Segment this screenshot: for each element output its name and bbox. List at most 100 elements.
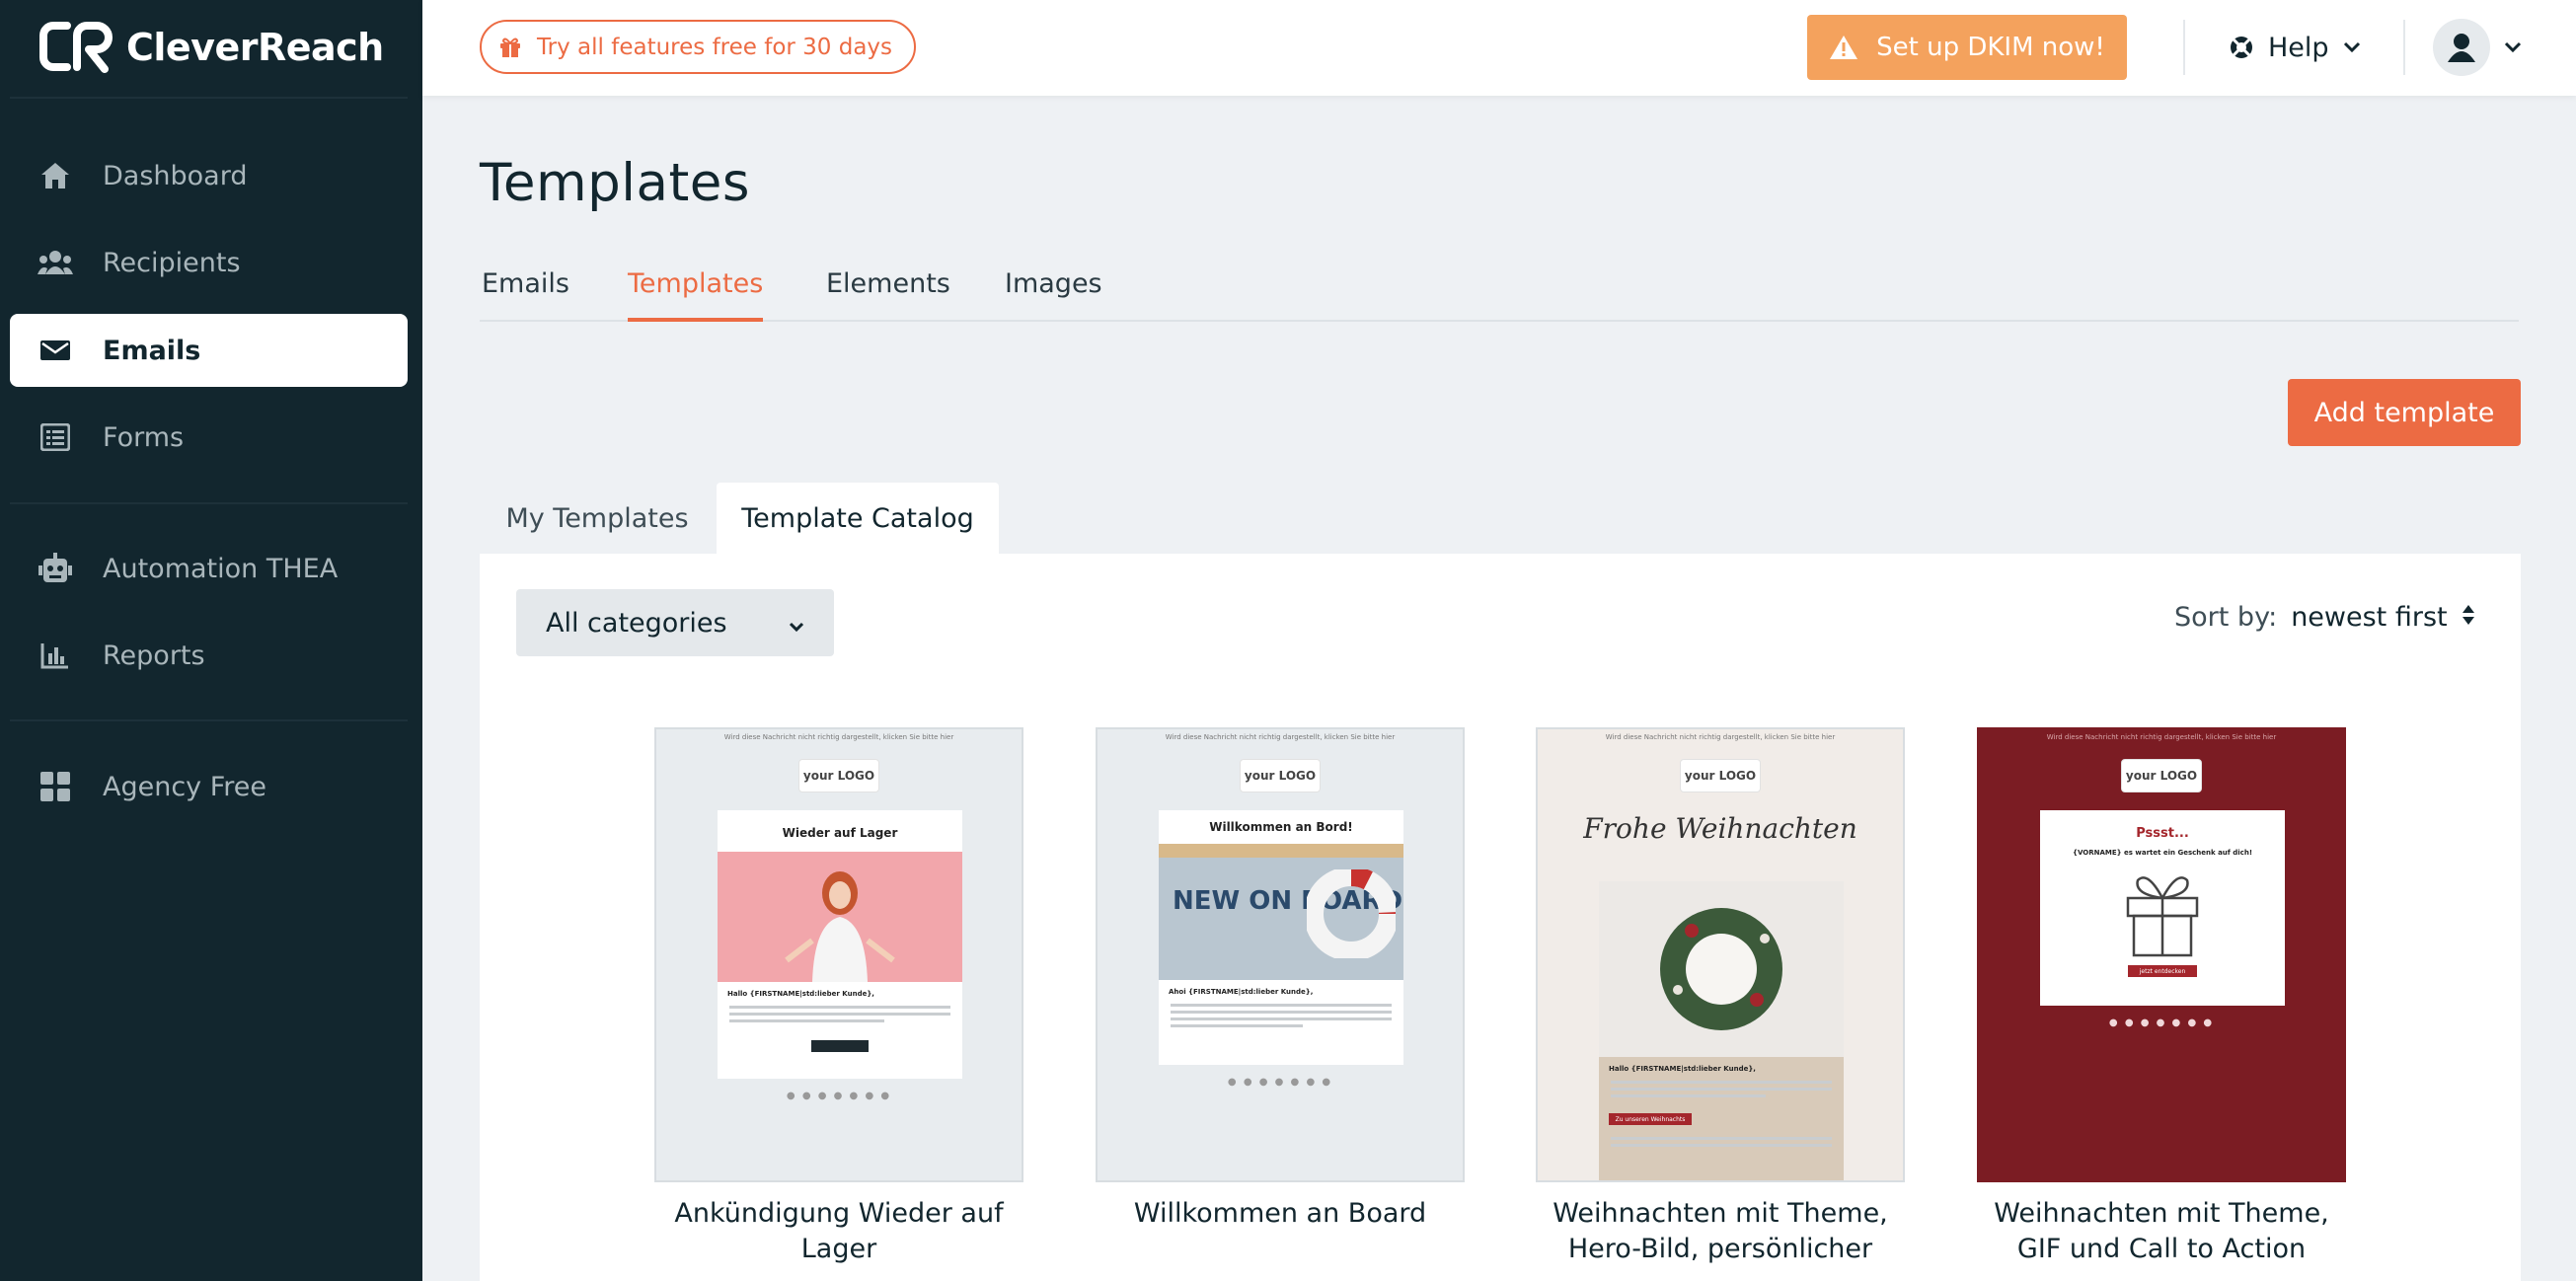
topbar-divider — [2403, 20, 2405, 75]
help-menu[interactable]: Help — [2229, 24, 2361, 71]
tab-images[interactable]: Images — [1005, 264, 1102, 322]
thumb-greeting: Hallo {FIRSTNAME|std:lieber Kunde}, — [1609, 1065, 1756, 1073]
woman-photo-icon — [785, 871, 895, 982]
sidebar-item-emails[interactable]: Emails — [10, 314, 408, 387]
thumb-logo: your LOGO — [2121, 759, 2202, 792]
brand-logo[interactable]: CleverReach — [39, 20, 384, 75]
sidebar-item-label: Agency Free — [103, 771, 267, 802]
template-title[interactable]: Ankündigung Wieder auf Lager — [654, 1196, 1023, 1267]
thumb-cta: Zu unseren Weihnachts — [1609, 1113, 1692, 1125]
add-template-button[interactable]: Add template — [2288, 379, 2521, 446]
sidebar-divider — [10, 719, 408, 721]
chevron-down-icon — [789, 608, 804, 639]
template-card[interactable]: Wird diese Nachricht nicht richtig darge… — [1977, 727, 2346, 1267]
sidebar-item-recipients[interactable]: Recipients — [10, 226, 408, 299]
sidebar-item-label: Recipients — [103, 247, 241, 278]
template-thumbnail[interactable]: Wird diese Nachricht nicht richtig darge… — [1096, 727, 1465, 1182]
tab-my-templates[interactable]: My Templates — [480, 483, 715, 554]
warning-icon — [1829, 35, 1858, 60]
form-list-icon — [38, 419, 73, 455]
sidebar-item-dashboard[interactable]: Dashboard — [10, 139, 408, 212]
sidebar-item-reports[interactable]: Reports — [10, 619, 408, 692]
free-trial-label: Try all features free for 30 days — [537, 34, 893, 60]
chevron-down-icon — [2504, 41, 2522, 53]
tab-emails[interactable]: Emails — [482, 264, 569, 322]
thumb-heading: Frohe Weihnachten — [1583, 812, 1857, 845]
sidebar-item-label: Forms — [103, 421, 185, 453]
gift-icon — [499, 37, 521, 58]
thumb-heading: Pssst... — [2136, 826, 2189, 841]
template-thumbnail[interactable]: Wird diese Nachricht nicht richtig darge… — [654, 727, 1023, 1182]
sidebar-divider — [10, 502, 408, 504]
topbar-divider — [2183, 20, 2185, 75]
tab-elements[interactable]: Elements — [826, 264, 950, 322]
thumb-social-icons: ● ● ● ● ● ● ● — [786, 1091, 892, 1101]
help-label: Help — [2268, 32, 2329, 63]
setup-dkim-label: Set up DKIM now! — [1876, 33, 2105, 62]
thumb-hero-image — [1599, 881, 1844, 1057]
users-icon — [38, 245, 73, 280]
sidebar-item-label: Reports — [103, 640, 205, 671]
thumb-email-card: Wieder auf Lager Hallo {FIRSTNAME|std:li… — [718, 810, 962, 1079]
template-card[interactable]: Wird diese Nachricht nicht richtig darge… — [654, 727, 1023, 1267]
thumb-social-icons: ● ● ● ● ● ● ● — [2108, 1017, 2215, 1028]
sidebar-item-automation-thea[interactable]: Automation THEA — [10, 532, 408, 605]
sidebar-item-forms[interactable]: Forms — [10, 401, 408, 474]
user-menu[interactable] — [2433, 19, 2522, 76]
robot-icon — [38, 551, 73, 586]
thumb-hero-image — [718, 852, 962, 982]
tab-templates[interactable]: Templates — [628, 264, 764, 322]
template-title[interactable]: Willkommen an Board — [1096, 1196, 1465, 1232]
lifebuoy-icon — [2229, 35, 2254, 60]
grid-icon — [38, 769, 73, 804]
thumb-greeting: Hallo {FIRSTNAME|std:lieber Kunde}, — [727, 990, 874, 998]
template-card[interactable]: Wird diese Nachricht nicht richtig darge… — [1096, 727, 1465, 1232]
tab-template-catalog[interactable]: Template Catalog — [717, 483, 999, 554]
thumb-topline: Wird diese Nachricht nicht richtig darge… — [2046, 733, 2277, 741]
wreath-icon — [1660, 908, 1782, 1030]
thumb-topline: Wird diese Nachricht nicht richtig darge… — [1605, 733, 1836, 741]
template-title[interactable]: Weihnachten mit Theme, GIF und Call to A… — [1977, 1196, 2346, 1267]
setup-dkim-button[interactable]: Set up DKIM now! — [1807, 15, 2127, 80]
sort-value: newest first — [2291, 602, 2448, 633]
sidebar-item-agency-free[interactable]: Agency Free — [10, 750, 408, 823]
cleverreach-logo-icon — [39, 22, 113, 73]
category-select-value: All categories — [546, 607, 727, 639]
thumb-body-text — [1599, 1073, 1844, 1109]
thumb-cta: jetzt entdecken — [2128, 965, 2197, 977]
category-select[interactable]: All categories — [516, 589, 834, 656]
envelope-icon — [38, 333, 73, 368]
thumb-heading: Wieder auf Lager — [782, 826, 898, 840]
sidebar-item-label: Dashboard — [103, 160, 248, 191]
sidebar: CleverReach Dashboard Recipients Emails … — [0, 0, 422, 1281]
template-card[interactable]: Wird diese Nachricht nicht richtig darge… — [1536, 727, 1905, 1267]
sort-control[interactable]: Sort by: newest first — [2174, 602, 2475, 633]
user-icon — [2448, 34, 2475, 62]
brand-name: CleverReach — [126, 26, 384, 69]
sidebar-item-label: Automation THEA — [103, 553, 339, 584]
bar-chart-icon — [38, 638, 73, 673]
thumb-body-text — [1599, 1129, 1844, 1159]
thumb-logo: your LOGO — [1240, 759, 1321, 792]
lifebuoy-icon — [1307, 869, 1396, 958]
sort-arrows-icon — [2462, 602, 2475, 633]
thumb-logo: your LOGO — [798, 759, 879, 792]
thumb-hero-image: NEW ON BOARD — [1159, 844, 1403, 980]
gift-icon — [2126, 876, 2199, 957]
sidebar-divider — [10, 97, 408, 99]
template-thumbnail[interactable]: Wird diese Nachricht nicht richtig darge… — [1977, 727, 2346, 1182]
thumb-email-card: Hallo {FIRSTNAME|std:lieber Kunde}, Zu u… — [1599, 881, 1844, 1180]
thumb-email-card: Willkommen an Bord! NEW ON BOARD Ahoi {F… — [1159, 810, 1403, 1065]
thumb-greeting: Ahoi {FIRSTNAME|std:lieber Kunde}, — [1169, 988, 1314, 996]
home-icon — [38, 158, 73, 193]
page-title: Templates — [480, 153, 750, 213]
sidebar-item-label: Emails — [103, 335, 201, 366]
template-title[interactable]: Weihnachten mit Theme, Hero-Bild, persön… — [1536, 1196, 1905, 1267]
thumb-heading: Willkommen an Bord! — [1209, 820, 1353, 834]
thumb-topline: Wird diese Nachricht nicht richtig darge… — [1165, 733, 1396, 741]
thumb-social-icons: ● ● ● ● ● ● ● — [1227, 1077, 1333, 1088]
thumb-subheading: {VORNAME} es wartet ein Geschenk auf dic… — [2072, 849, 2253, 857]
template-thumbnail[interactable]: Wird diese Nachricht nicht richtig darge… — [1536, 727, 1905, 1182]
free-trial-button[interactable]: Try all features free for 30 days — [480, 20, 917, 74]
thumb-logo: your LOGO — [1680, 759, 1761, 792]
